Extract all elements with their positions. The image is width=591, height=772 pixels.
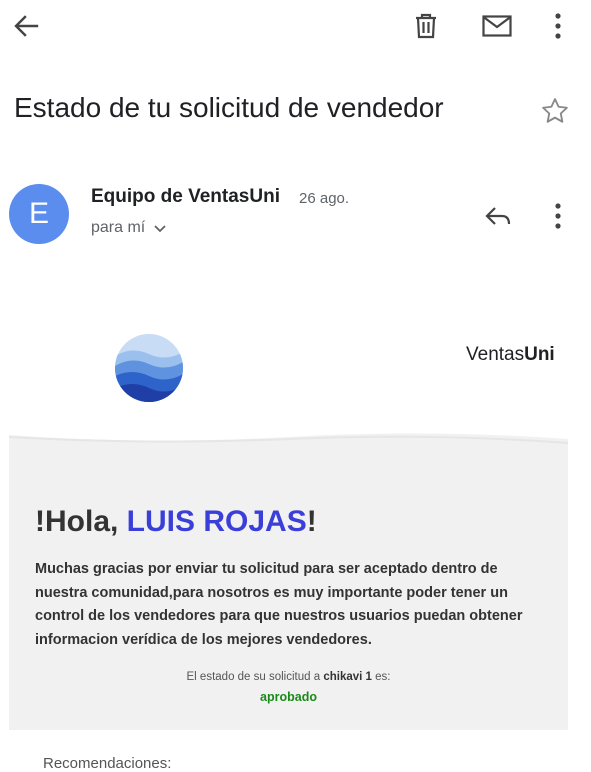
brand-name: VentasUni: [466, 344, 555, 366]
message-more-button[interactable]: [544, 200, 572, 232]
star-icon: [542, 98, 568, 123]
envelope-icon: [482, 15, 512, 37]
greeting-name: LUIS ROJAS: [126, 505, 307, 538]
greeting-suffix: !: [306, 505, 317, 538]
back-button[interactable]: [8, 10, 44, 42]
reply-button[interactable]: [480, 200, 516, 232]
more-vert-icon: [555, 13, 561, 39]
sender-name[interactable]: Equipo de VentasUni: [91, 186, 280, 208]
status-prefix: El estado de su solicitud a: [186, 671, 324, 683]
status-suffix: es:: [371, 671, 391, 683]
status-item: chikavi 1: [323, 671, 372, 683]
recommendations-heading: Recomendaciones:: [43, 755, 172, 772]
recipient-label: para mí: [91, 219, 146, 236]
toolbar: [0, 0, 591, 52]
brand-prefix: Ventas: [466, 344, 525, 365]
message-paragraph: Muchas gracias por enviar tu solicitud p…: [35, 561, 523, 648]
arrow-left-icon: [14, 15, 39, 37]
more-options-button[interactable]: [544, 8, 572, 44]
email-date: 26 ago.: [299, 190, 350, 207]
star-button[interactable]: [540, 96, 570, 126]
brand-bold: Uni: [524, 344, 555, 365]
sender-avatar[interactable]: E: [9, 184, 69, 244]
chevron-down-icon: [154, 225, 166, 233]
status-value: aprobado: [260, 690, 317, 704]
card-wave-decoration: [9, 425, 568, 465]
reply-icon: [485, 207, 511, 225]
mark-unread-button[interactable]: [478, 8, 516, 44]
recipient-toggle[interactable]: para mí: [91, 219, 167, 237]
delete-button[interactable]: [408, 8, 444, 44]
more-vert-icon: [555, 203, 561, 229]
greeting-prefix: !Hola,: [35, 505, 127, 538]
status-line: El estado de su solicitud a chikavi 1 es…: [9, 671, 568, 683]
trash-icon: [416, 13, 436, 39]
brand-logo: [115, 334, 183, 402]
email-subject: Estado de tu solicitud de vendedor: [14, 92, 444, 123]
greeting: !Hola, LUIS ROJAS!: [35, 505, 317, 539]
